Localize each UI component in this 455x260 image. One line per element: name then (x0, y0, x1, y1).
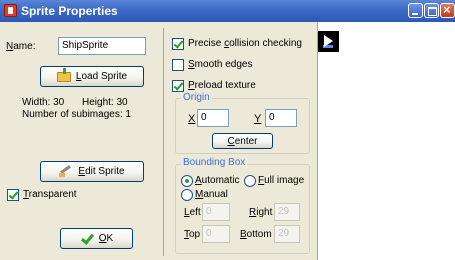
full-image-label[interactable]: Full image (258, 175, 304, 186)
origin-x-label: X (188, 113, 196, 125)
name-input[interactable]: ShipSprite (58, 37, 146, 55)
center-label: Center (227, 135, 258, 147)
automatic-radio[interactable] (181, 175, 193, 187)
ok-button[interactable]: OK (60, 228, 133, 249)
bottom-input[interactable]: 29 (274, 225, 300, 243)
left-label: Left (184, 207, 201, 218)
edit-sprite-label: Edit Sprite (78, 166, 125, 177)
load-sprite-button[interactable]: Load Sprite (40, 66, 144, 87)
right-label: Right (249, 207, 273, 218)
width-text: Width: 30 (22, 97, 65, 108)
origin-title: Origin (181, 92, 212, 103)
window-title: Sprite Properties (21, 4, 118, 18)
origin-x-input[interactable]: 0 (197, 109, 229, 127)
load-sprite-label: Load Sprite (75, 71, 128, 82)
ship-sprite-image (318, 31, 339, 52)
close-button[interactable] (440, 2, 455, 18)
sprite-properties-window: Sprite Properties Name: ShipSprite Load … (0, 0, 455, 260)
subimages-text: Number of subimages: 1 (22, 109, 131, 120)
automatic-label[interactable]: Automatic (195, 175, 239, 186)
precise-collision-label[interactable]: Precise collision checking (188, 38, 302, 49)
height-text: Height: 30 (82, 97, 128, 108)
bottom-label: Bottom (240, 229, 272, 240)
edit-icon (59, 166, 73, 178)
minimize-button[interactable] (408, 3, 423, 18)
preload-texture-checkbox[interactable] (172, 80, 184, 92)
precise-collision-checkbox[interactable] (172, 38, 184, 50)
title-bar[interactable]: Sprite Properties (0, 0, 455, 22)
top-input[interactable]: 0 (202, 225, 230, 243)
preload-texture-label[interactable]: Preload texture (188, 80, 256, 91)
transparent-checkbox[interactable] (7, 189, 19, 201)
sprite-preview-pane (317, 22, 455, 260)
folder-open-icon (56, 67, 71, 82)
origin-y-input[interactable]: 0 (265, 109, 297, 127)
transparent-label[interactable]: Transparent (23, 189, 77, 200)
checkmark-icon (80, 235, 94, 243)
column-divider (163, 28, 164, 256)
bounding-box-title: Bounding Box (181, 157, 248, 168)
top-label: Top (184, 229, 201, 240)
right-input[interactable]: 29 (274, 203, 300, 221)
maximize-button[interactable] (424, 3, 439, 18)
manual-label[interactable]: Manual (195, 189, 228, 200)
manual-radio[interactable] (181, 189, 193, 201)
edit-sprite-button[interactable]: Edit Sprite (40, 161, 144, 182)
app-icon (4, 4, 17, 17)
left-input[interactable]: 0 (202, 203, 230, 221)
origin-y-label: Y (254, 113, 262, 125)
smooth-edges-label[interactable]: Smooth edges (188, 59, 253, 70)
name-label: Name: (6, 41, 36, 52)
center-button[interactable]: Center (212, 133, 273, 149)
smooth-edges-checkbox[interactable] (172, 59, 184, 71)
full-image-radio[interactable] (244, 175, 256, 187)
ok-label: OK (98, 233, 114, 244)
